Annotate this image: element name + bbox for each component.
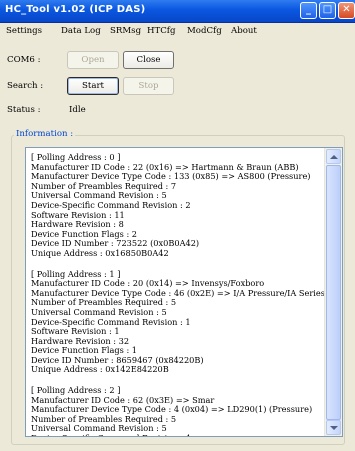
info-line: Software Revision : 11: [31, 210, 125, 220]
info-line: Device Function Flags : 1: [31, 346, 138, 356]
block-gap: [31, 259, 325, 270]
information-listbox[interactable]: [ Polling Address : 0 ] Manufacturer ID C…: [25, 147, 343, 437]
info-line: Manufacturer ID Code : 62 (0x3E) => Smar: [31, 395, 215, 405]
info-line: [ Polling Address : 0 ]: [31, 153, 121, 162]
info-line: Manufacturer ID Code : 20 (0x14) => Inve…: [31, 279, 265, 289]
title-bar[interactable]: HC_Tool v1.02 (ICP DAS) _ □ ✕: [0, 0, 355, 23]
info-line: Manufacturer Device Type Code : 133 (0x8…: [31, 172, 311, 182]
info-line: Device ID Number : 8659467 (0x84220B): [31, 355, 204, 365]
info-line: Manufacturer Device Type Code : 4 (0x04)…: [31, 405, 313, 415]
info-line: Device ID Number : 723522 (0x0B0A42): [31, 239, 200, 249]
info-line: Unique Address : 0x16850B0A42: [31, 248, 169, 258]
open-button[interactable]: Open: [67, 51, 119, 69]
scroll-down-button[interactable]: [326, 420, 341, 435]
info-line: Universal Command Revision : 5: [31, 191, 167, 201]
block-gap: [31, 375, 325, 386]
start-button[interactable]: Start: [67, 77, 119, 95]
info-line: Device Function Flags : 2: [31, 229, 138, 239]
menu-srmsg[interactable]: SRMsg: [110, 26, 141, 36]
info-line: Device-Specific Command Revision : 4: [31, 434, 325, 436]
menu-bar: Settings Data Log SRMsg HTCfg ModCfg Abo…: [0, 23, 355, 41]
minimize-icon: _: [306, 4, 311, 15]
menu-htcfg[interactable]: HTCfg: [147, 26, 175, 36]
info-line: Device-Specific Command Revision : 1: [31, 317, 191, 327]
maximize-button[interactable]: □: [319, 2, 336, 19]
close-port-button[interactable]: Close: [123, 51, 174, 69]
info-line: Manufacturer Device Type Code : 46 (0x2E…: [31, 288, 325, 298]
info-line: Number of Preambles Required : 5: [31, 414, 177, 424]
vertical-scrollbar[interactable]: [324, 148, 342, 436]
info-line: Device-Specific Command Revision : 2: [31, 200, 191, 210]
close-window-button[interactable]: ✕: [338, 2, 355, 19]
scroll-up-button[interactable]: [326, 149, 341, 164]
menu-settings[interactable]: Settings: [6, 26, 42, 36]
menu-modcfg[interactable]: ModCfg: [187, 26, 222, 36]
info-line: Universal Command Revision : 5: [31, 307, 167, 317]
info-line: Universal Command Revision : 5: [31, 424, 167, 434]
chevron-up-icon: [330, 155, 338, 159]
info-line: Manufacturer ID Code : 22 (0x16) => Hart…: [31, 162, 299, 172]
window-title: HC_Tool v1.02 (ICP DAS): [5, 4, 146, 15]
close-icon: ✕: [342, 4, 351, 15]
menu-about[interactable]: About: [231, 26, 257, 36]
info-line: Hardware Revision : 32: [31, 336, 130, 346]
information-title: Information :: [14, 129, 76, 139]
status-value: Idle: [69, 105, 86, 115]
stop-button[interactable]: Stop: [123, 77, 174, 95]
info-line: [ Polling Address : 1 ]: [31, 269, 121, 279]
info-line: Unique Address : 0x142E84220B: [31, 365, 169, 375]
minimize-button[interactable]: _: [300, 2, 317, 19]
info-line: Hardware Revision : 8: [31, 220, 124, 230]
info-line: Software Revision : 1: [31, 327, 120, 337]
info-line: Number of Preambles Required : 5: [31, 298, 177, 308]
information-text: [ Polling Address : 0 ] Manufacturer ID C…: [31, 153, 325, 436]
scroll-thumb[interactable]: [326, 165, 341, 420]
status-label: Status :: [7, 105, 41, 115]
info-line: Number of Preambles Required : 7: [31, 181, 177, 191]
search-label: Search :: [7, 81, 44, 91]
menu-data-log[interactable]: Data Log: [61, 26, 101, 36]
com-port-label: COM6 :: [7, 55, 41, 65]
maximize-icon: □: [322, 4, 333, 15]
chevron-down-icon: [330, 426, 338, 430]
info-line: [ Polling Address : 2 ]: [31, 386, 121, 396]
